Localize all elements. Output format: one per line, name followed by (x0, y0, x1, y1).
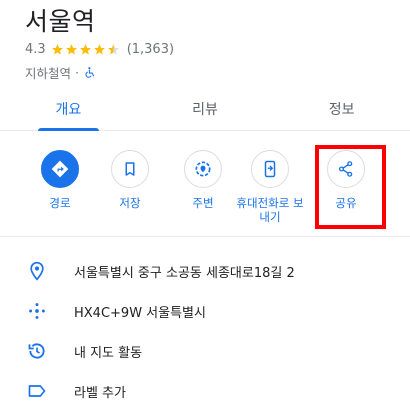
address-icon-wrap (25, 259, 49, 283)
half-star-icon (107, 44, 119, 55)
star-icon (51, 44, 63, 55)
rating-value: 4.3 (25, 42, 46, 57)
send-to-phone-circle (251, 150, 289, 188)
nearby-icon (195, 161, 211, 177)
send-to-phone-label: 휴대전화로 보내기 (236, 196, 304, 224)
tab-overview[interactable]: 개요 (0, 90, 137, 131)
location-pin-icon (30, 261, 44, 281)
plus-code-icon (29, 303, 45, 319)
save-circle (111, 150, 149, 188)
nearby-button[interactable]: 주변 (165, 150, 241, 210)
address-row[interactable]: 서울특별시 중구 소공동 세종대로18길 2 (0, 253, 410, 289)
wheelchair-icon (85, 67, 95, 78)
save-button[interactable]: 저장 (92, 150, 168, 210)
my-map-activity-row[interactable]: 내 지도 활동 (0, 333, 410, 369)
star-icon (79, 44, 91, 55)
bookmark-icon (125, 162, 135, 176)
share-highlight-box (315, 145, 386, 229)
label-icon-wrap (25, 379, 49, 403)
section-divider (0, 236, 410, 237)
history-icon (28, 343, 45, 359)
label-icon (28, 385, 46, 397)
plus-code-icon-wrap (25, 299, 49, 323)
tab-bar: 개요 리뷰 정보 (0, 90, 410, 131)
separator-dot: · (75, 65, 79, 80)
category-row: 지하철역 · (25, 63, 97, 82)
my-map-activity-text: 내 지도 활동 (74, 345, 143, 361)
send-to-phone-icon (264, 160, 276, 178)
directions-circle (41, 150, 79, 188)
category-label[interactable]: 지하철역 (25, 63, 71, 82)
address-text: 서울특별시 중구 소공동 세종대로18길 2 (74, 265, 295, 281)
add-label-row[interactable]: 라벨 추가 (0, 373, 410, 409)
nearby-circle (184, 150, 222, 188)
plus-code-row[interactable]: HX4C+9W 서울특별시 (0, 293, 410, 329)
star-icon (65, 44, 77, 55)
add-label-text: 라벨 추가 (74, 385, 126, 401)
directions-label: 경로 (49, 196, 71, 210)
save-label: 저장 (119, 196, 141, 210)
history-icon-wrap (25, 339, 49, 363)
rating-stars (51, 43, 121, 56)
tab-reviews[interactable]: 리뷰 (137, 90, 274, 130)
send-to-phone-button[interactable]: 휴대전화로 보내기 (232, 150, 308, 224)
nearby-label: 주변 (192, 196, 214, 210)
page-title: 서울역 (25, 7, 96, 36)
directions-icon (51, 160, 69, 178)
star-icon (93, 44, 105, 55)
rating-row: 4.3 (1,363) (25, 42, 174, 57)
tab-about[interactable]: 정보 (273, 90, 410, 130)
review-count-link[interactable]: (1,363) (127, 42, 174, 57)
directions-button[interactable]: 경로 (22, 150, 98, 210)
plus-code-text: HX4C+9W 서울특별시 (74, 305, 206, 321)
